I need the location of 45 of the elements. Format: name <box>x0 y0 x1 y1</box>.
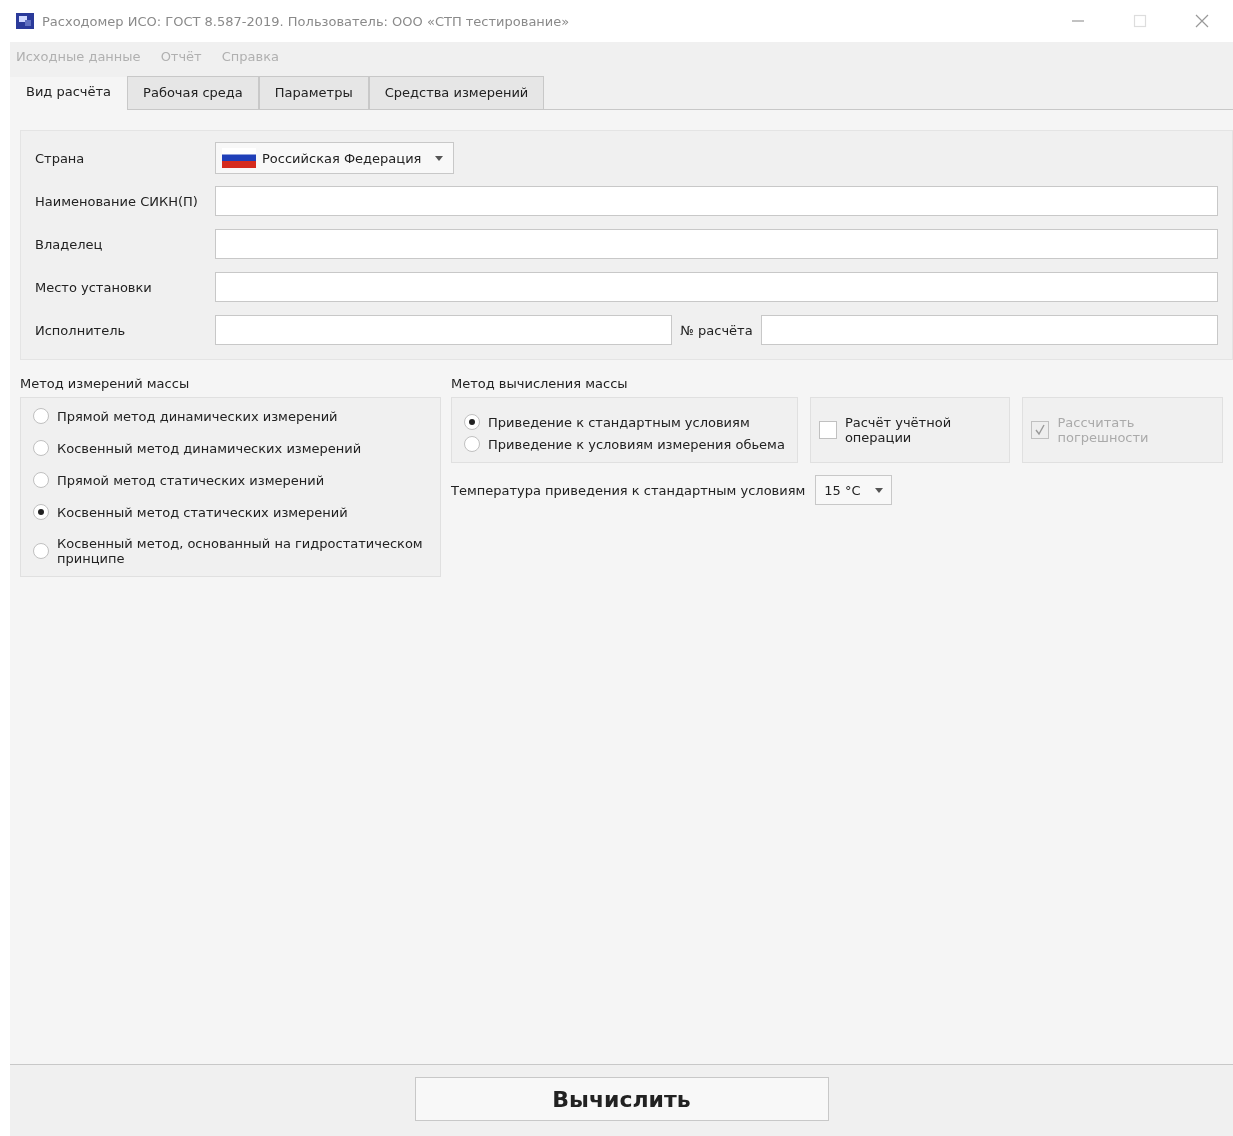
tab[interactable]: Параметры <box>258 76 369 109</box>
option-label: Прямой метод динамических измерений <box>57 408 338 424</box>
text-field[interactable] <box>760 315 1218 345</box>
field-label: Место установки <box>35 279 153 295</box>
close-icon[interactable] <box>1195 14 1209 28</box>
radio-button[interactable] <box>33 472 49 488</box>
radio-button[interactable] <box>464 436 480 452</box>
text-field[interactable] <box>215 229 1218 259</box>
option-label: Косвенный метод, основанный на гидростатическом принципе <box>57 536 424 566</box>
caret-icon <box>874 487 883 493</box>
option-label: Приведение к стандартным условиям <box>488 414 750 430</box>
radio-button[interactable] <box>33 408 49 424</box>
checkbox[interactable] <box>818 421 837 439</box>
text-field[interactable] <box>215 186 1218 216</box>
field-label: Температура приведения к стандартным условиям <box>451 482 806 498</box>
group-title: Метод вычисления массы <box>451 375 629 393</box>
text-field[interactable] <box>215 272 1218 302</box>
checkbox-label: Расчёт учётной операции <box>844 415 953 445</box>
radio-button[interactable] <box>33 504 49 520</box>
tab[interactable]: Средства измерений <box>368 76 545 109</box>
field-label: Владелец <box>35 236 104 252</box>
radio-button[interactable] <box>464 414 480 430</box>
field-label: Исполнитель <box>35 322 127 338</box>
app-icon <box>16 13 34 29</box>
field-label: № расчёта <box>679 322 754 338</box>
option-label: Прямой метод статических измерений <box>57 472 325 488</box>
window-title: Расходомер ИСО: ГОСТ 8.587-2019. Пользователь: ООО «СТП тестирование» <box>42 13 570 29</box>
radio-button[interactable] <box>33 543 49 559</box>
option-label: Приведение к условиям измерения обьема <box>488 436 785 452</box>
tab[interactable]: Рабочая среда <box>127 76 259 109</box>
maximize-icon[interactable] <box>1133 14 1147 28</box>
checkbox-label: Рассчитать погрешности <box>1057 415 1150 445</box>
group-title: Метод измерений массы <box>20 375 191 393</box>
option-label: Косвенный метод динамических измерений <box>57 440 362 456</box>
caret-icon <box>435 155 444 161</box>
text-field[interactable] <box>215 315 673 345</box>
compute-button[interactable]: Вычислить <box>414 1077 829 1121</box>
option-label: Косвенный метод статических измерений <box>57 504 348 520</box>
country-dropdown[interactable]: Российская Федерация <box>215 142 455 174</box>
temperature-dropdown[interactable]: 15 °C <box>815 475 892 505</box>
flag-icon <box>222 148 256 168</box>
tab[interactable]: Вид расчёта <box>10 77 128 110</box>
field-label: Страна <box>35 150 86 166</box>
radio-button[interactable] <box>33 440 49 456</box>
field-label: Наименование СИКН(П) <box>35 193 199 209</box>
